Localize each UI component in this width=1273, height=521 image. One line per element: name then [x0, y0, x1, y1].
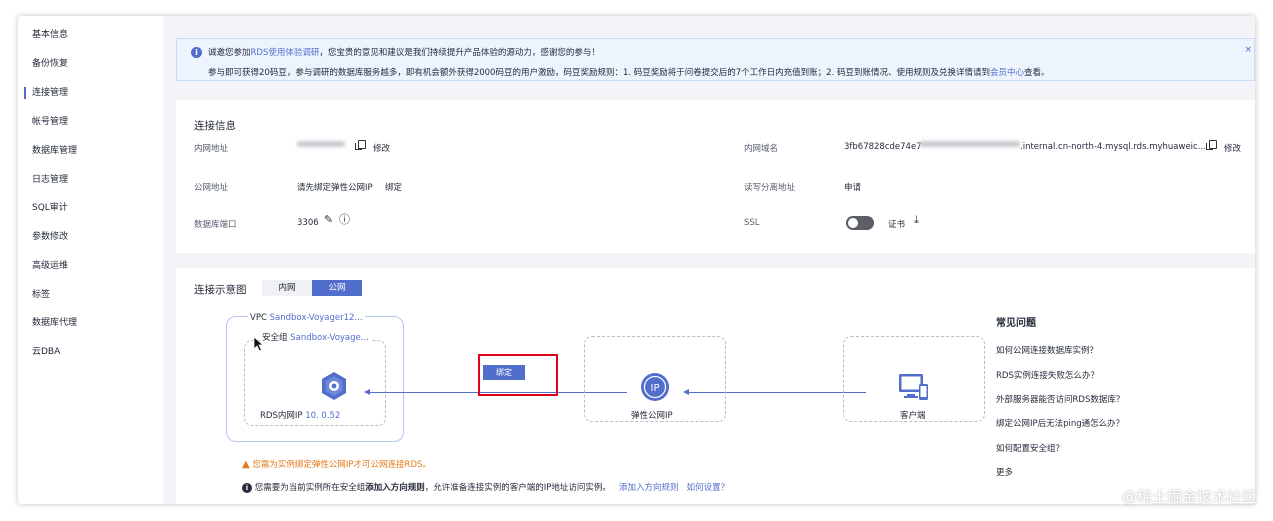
modify-private-domain-link[interactable]: 修改: [1224, 142, 1241, 154]
connection-info-card: 连接信息 内网地址 修改 公网地址 请先绑定弹性公网IP 绑定 数据库端口 33…: [176, 100, 1255, 253]
vpc-link[interactable]: Sandbox-Voyager12...: [270, 313, 363, 323]
private-domain-prefix: 3fb67828cde74e7: [844, 142, 922, 152]
bind-public-ip-link[interactable]: 绑定: [385, 181, 402, 193]
survey-notice: i 诚邀您参加RDS使用体验调研，您宝贵的意见和建议是我们持续提升产品体验的源动…: [176, 38, 1255, 81]
diagram-title: 连接示意图: [194, 284, 247, 296]
notice-text: 诚邀您参加: [208, 48, 251, 58]
faq-item[interactable]: 如何配置安全组？: [996, 442, 1064, 454]
sidebar-item-basic-info[interactable]: 基本信息: [18, 25, 163, 45]
rw-split-address-label: 读写分离地址: [744, 183, 796, 193]
faq-item[interactable]: 如何公网连接数据库实例？: [996, 344, 1098, 356]
sidebar-item-cloud-dba[interactable]: 云DBA: [18, 342, 163, 362]
how-to-configure-link[interactable]: 如何设置？: [687, 483, 730, 493]
db-port-label: 数据库端口: [194, 220, 237, 230]
db-port-value: 3306: [297, 218, 319, 228]
rds-ip-visible: 10.: [305, 411, 319, 421]
public-address-value: 请先绑定弹性公网IP: [297, 183, 373, 193]
connection-info-title: 连接信息: [194, 120, 236, 132]
download-icon[interactable]: ⤓: [914, 214, 919, 225]
sidebar-item-sql-audit[interactable]: SQL审计: [18, 198, 163, 218]
sidebar: 基本信息 备份恢复 连接管理 帐号管理 数据库管理 日志管理 SQL审计 参数修…: [18, 16, 163, 504]
modify-private-address-link[interactable]: 修改: [373, 142, 390, 154]
notice-line-2: 参与即可获得20码豆，参与调研的数据库服务越多，即有机会额外获得2000码豆的用…: [208, 66, 1050, 78]
hint-bold-text: 添加入方向规则: [365, 483, 425, 493]
sidebar-item-parameters[interactable]: 参数修改: [18, 227, 163, 247]
eip-icon-text: IP: [651, 383, 660, 394]
faq-more-link[interactable]: 更多: [996, 466, 1013, 478]
sidebar-item-log-management[interactable]: 日志管理: [18, 170, 163, 190]
sidebar-item-database-management[interactable]: 数据库管理: [18, 141, 163, 161]
notice-line-1: 诚邀您参加RDS使用体验调研，您宝贵的意见和建议是我们持续提升产品体验的源动力，…: [208, 46, 600, 58]
sidebar-item-db-proxy[interactable]: 数据库代理: [18, 313, 163, 333]
notice-text: ，您宝贵的意见和建议是我们持续提升产品体验的源动力，感谢您的参与！: [319, 48, 600, 58]
mouse-cursor-icon: [253, 336, 265, 352]
faq-title: 常见问题: [996, 318, 1036, 329]
eip-label: 弹性公网IP: [631, 411, 673, 421]
public-address-label: 公网地址: [194, 183, 229, 193]
security-group-link[interactable]: Sandbox-Voyage...: [290, 333, 369, 343]
sidebar-item-tags[interactable]: 标签: [18, 285, 163, 305]
rds-ip-tail: 0.52: [321, 411, 341, 421]
apply-rw-split-link[interactable]: 申请: [844, 181, 861, 193]
member-center-link[interactable]: 会员中心: [990, 68, 1024, 78]
console-window: 基本信息 备份恢复 连接管理 帐号管理 数据库管理 日志管理 SQL审计 参数修…: [18, 16, 1255, 504]
security-group-hint: i 您需要为当前实例所在安全组添加入方向规则，允许准备连接实例的客户端的IP地址…: [242, 481, 729, 493]
help-icon[interactable]: ⓘ: [339, 214, 350, 225]
info-icon: i: [191, 47, 202, 58]
copy-icon[interactable]: [1206, 140, 1217, 150]
rds-ip-label: RDS内网IP: [260, 411, 303, 421]
private-domain-masked: [920, 141, 1020, 147]
arrow-head: [364, 388, 370, 395]
sidebar-item-advanced-ops[interactable]: 高级运维: [18, 256, 163, 276]
eip-warning: ▲ 您需为实例绑定弹性公网IP才可公网连接RDS。: [242, 458, 431, 470]
info-icon: i: [242, 483, 252, 493]
security-group-label: 安全组: [262, 333, 288, 343]
network-tabs: 内网 公网: [262, 280, 362, 296]
watermark: @稀土掘金技术社区: [1121, 488, 1257, 506]
sidebar-item-account-management[interactable]: 帐号管理: [18, 112, 163, 132]
ssl-toggle[interactable]: [846, 216, 874, 230]
client-computer-icon: [899, 374, 928, 400]
survey-link[interactable]: RDS使用体验调研: [251, 48, 320, 58]
private-domain-label: 内网域名: [744, 144, 779, 154]
sidebar-item-connection-management[interactable]: 连接管理: [18, 83, 163, 103]
rds-icon: [322, 372, 346, 400]
vpc-title: VPC Sandbox-Voyager12...: [248, 313, 365, 323]
warning-icon: ▲: [242, 459, 250, 470]
faq-item[interactable]: 绑定公网IP后无法ping通怎么办？: [996, 417, 1124, 429]
security-group-title: 安全组 Sandbox-Voyage...: [260, 331, 371, 343]
certificate-label: 证书: [888, 220, 906, 230]
hint-text: 您需要为当前实例所在安全组: [254, 483, 366, 493]
faq-item[interactable]: 外部服务器能否访问RDS数据库？: [996, 393, 1124, 405]
client-label: 客户端: [900, 411, 926, 421]
private-address-label: 内网地址: [194, 144, 229, 154]
edit-icon[interactable]: ✎: [324, 214, 333, 225]
eip-warning-text: 您需为实例绑定弹性公网IP才可公网连接RDS。: [252, 460, 431, 470]
tab-public-network[interactable]: 公网: [312, 280, 362, 296]
hint-text: ，允许准备连接实例的客户端的IP地址访问实例。: [424, 483, 611, 493]
add-inbound-rule-link[interactable]: 添加入方向规则: [619, 483, 679, 493]
faq-item[interactable]: RDS实例连接失败怎么办？: [996, 369, 1099, 381]
ssl-label: SSL: [744, 218, 760, 228]
highlight-box: [478, 354, 558, 396]
sidebar-item-backup-restore[interactable]: 备份恢复: [18, 54, 163, 74]
close-icon[interactable]: ×: [1244, 45, 1252, 55]
private-domain-suffix: .internal.cn-north-4.mysql.rds.myhuaweic…: [1020, 142, 1206, 152]
copy-icon[interactable]: [355, 140, 366, 150]
connection-diagram-card: 连接示意图 内网 公网 VPC Sandbox-Voyager12... 安全组…: [176, 268, 1255, 504]
private-address-masked: [297, 141, 345, 147]
vpc-label: VPC: [250, 313, 267, 323]
rds-ip-text: RDS内网IP 10. 0.52: [260, 409, 340, 421]
notice-text: 参与即可获得20码豆，参与调研的数据库服务越多，即有机会额外获得2000码豆的用…: [208, 68, 990, 78]
tab-private-network[interactable]: 内网: [262, 280, 312, 296]
notice-text: 查看。: [1024, 68, 1050, 78]
eip-icon: IP: [641, 373, 669, 401]
